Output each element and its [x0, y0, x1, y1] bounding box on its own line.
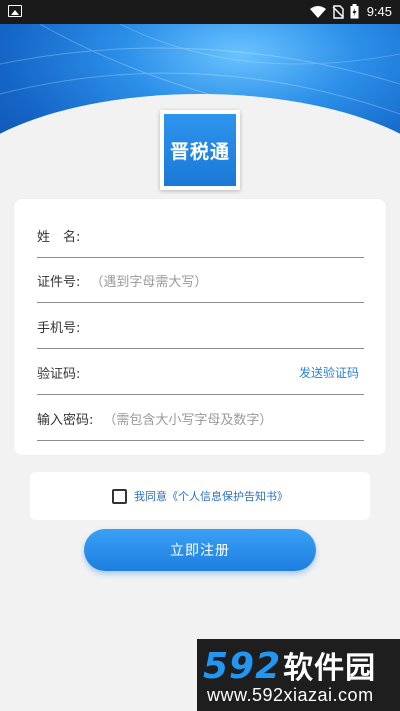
register-button[interactable]: 立即注册 — [84, 529, 316, 571]
agreement-link[interactable]: 我同意《个人信息保护告知书》 — [134, 488, 288, 504]
id-number-label: 证件号: — [37, 275, 81, 290]
send-code-button[interactable]: 发送验证码 — [299, 364, 359, 381]
password-field[interactable]: 输入密码: （需包含大小写字母及数字） — [37, 397, 364, 441]
app-logo: 晋税通 — [160, 110, 240, 190]
image-icon — [8, 5, 22, 17]
status-bar: 9:45 — [0, 0, 400, 24]
watermark-number: 592 — [203, 646, 282, 687]
watermark-chinese: 软件园 — [283, 651, 377, 686]
registration-form: 姓 名: 证件号: （遇到字母需大写） 手机号: 验证码: 发送验证码 输入密码… — [14, 199, 386, 455]
id-number-placeholder: （遇到字母需大写） — [90, 275, 208, 290]
password-label: 输入密码: — [37, 413, 94, 428]
status-time: 9:45 — [366, 4, 392, 19]
password-placeholder: （需包含大小写字母及数字） — [103, 413, 273, 428]
verification-code-label: 验证码: — [37, 367, 81, 382]
phone-label: 手机号: — [37, 321, 81, 336]
watermark-logo: 592软件园 www.592xiazai.com — [197, 639, 400, 711]
name-label: 姓 名: — [37, 230, 81, 245]
watermark-url: www.592xiazai.com — [207, 685, 374, 705]
verification-code-field[interactable]: 验证码: 发送验证码 — [37, 351, 364, 395]
name-field[interactable]: 姓 名: — [37, 214, 364, 258]
agreement-checkbox[interactable] — [112, 488, 127, 504]
id-number-field[interactable]: 证件号: （遇到字母需大写） — [37, 259, 364, 303]
no-sim-icon — [332, 4, 344, 19]
wifi-icon — [309, 5, 326, 18]
watermark-brand: 592软件园 — [203, 643, 376, 687]
phone-field[interactable]: 手机号: — [37, 305, 364, 349]
status-icons: 9:45 — [309, 4, 392, 19]
agreement-card: 我同意《个人信息保护告知书》 — [30, 472, 370, 520]
battery-charging-icon — [350, 4, 359, 19]
app-logo-text: 晋税通 — [164, 114, 236, 186]
